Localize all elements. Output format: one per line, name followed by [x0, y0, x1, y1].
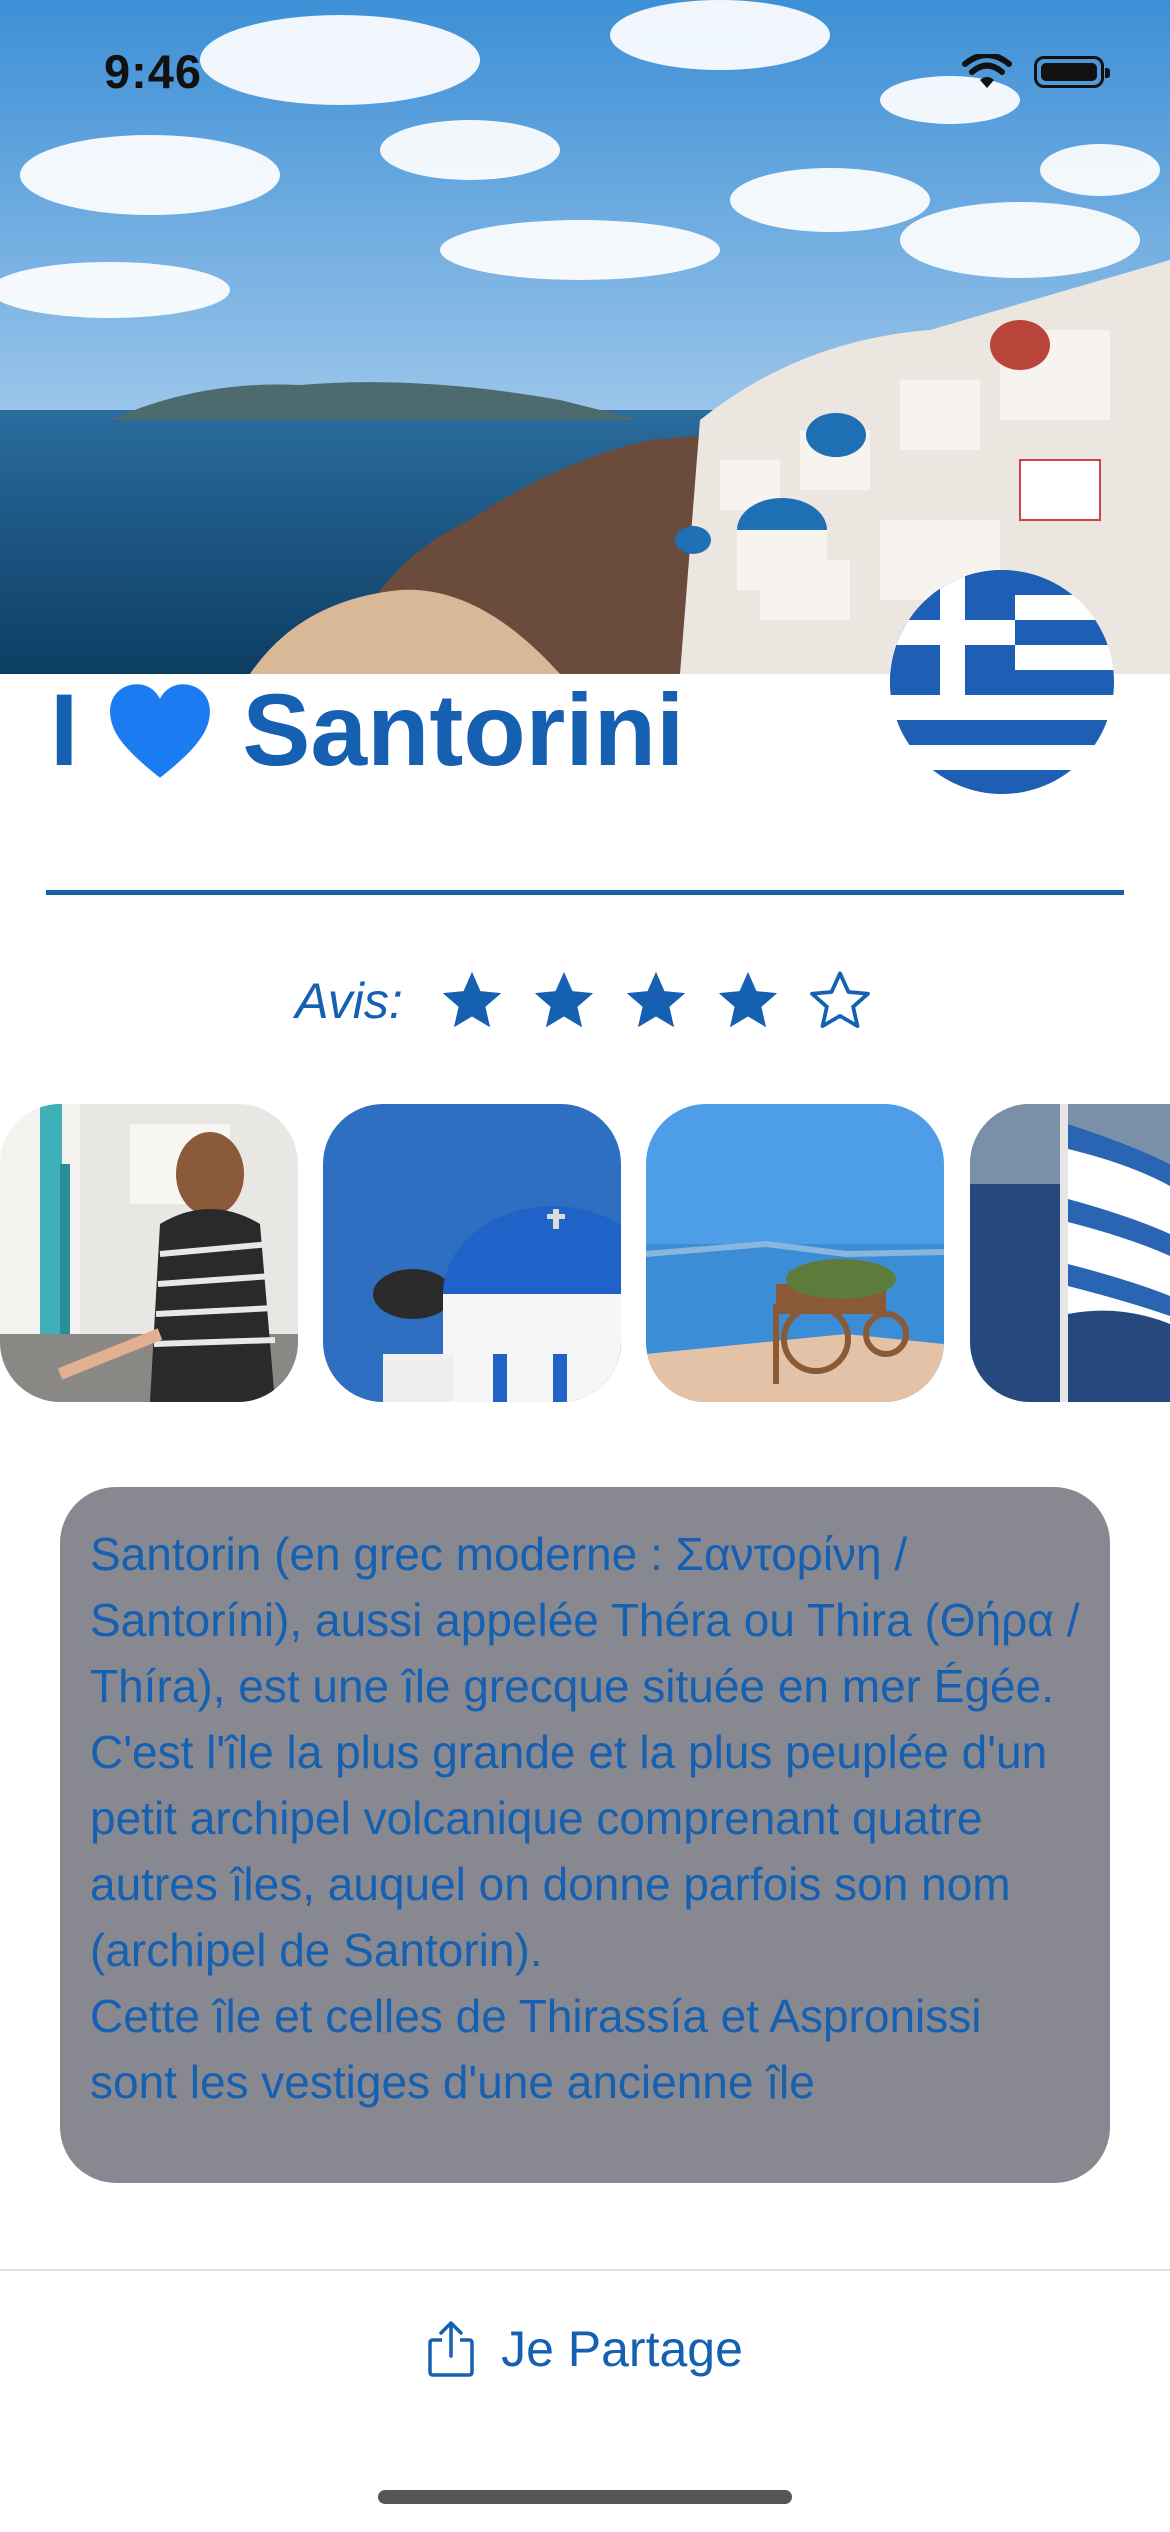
- title-prefix: I: [50, 673, 79, 787]
- blue-heart-icon: [110, 683, 211, 778]
- photo-gallery[interactable]: [0, 1104, 1170, 1402]
- description-text: Santorin (en grec moderne : Σαντορίνη / …: [90, 1528, 1080, 2108]
- greek-flag-icon: [890, 570, 1114, 794]
- gallery-photo-greek-flag[interactable]: [970, 1104, 1170, 1402]
- rating-row: Avis:: [0, 966, 1170, 1036]
- gallery-photo-flower-cart[interactable]: [646, 1104, 944, 1402]
- star-empty-icon[interactable]: [805, 966, 875, 1036]
- star-filled-icon[interactable]: [529, 966, 599, 1036]
- share-label: Je Partage: [501, 2321, 743, 2377]
- description-box[interactable]: Santorin (en grec moderne : Σαντορίνη / …: [60, 1487, 1110, 2183]
- gallery-photo-woman-stairs[interactable]: [0, 1104, 298, 1402]
- home-indicator[interactable]: [378, 2490, 792, 2504]
- rating-label: Avis:: [295, 973, 403, 1029]
- page-title: I Santorini: [50, 672, 684, 789]
- battery-icon: [1034, 56, 1110, 88]
- title-text: Santorini: [242, 673, 685, 787]
- star-filled-icon[interactable]: [437, 966, 507, 1036]
- share-button[interactable]: Je Partage: [0, 2320, 1170, 2378]
- bottom-divider: [0, 2269, 1170, 2271]
- gallery-photo-blue-dome[interactable]: [323, 1104, 621, 1402]
- title-divider: [46, 890, 1124, 895]
- status-bar: 9:46: [0, 0, 1170, 150]
- wifi-icon: [962, 54, 1012, 88]
- share-icon: [428, 2321, 474, 2377]
- status-time: 9:46: [104, 45, 203, 98]
- star-filled-icon[interactable]: [621, 966, 691, 1036]
- star-filled-icon[interactable]: [713, 966, 783, 1036]
